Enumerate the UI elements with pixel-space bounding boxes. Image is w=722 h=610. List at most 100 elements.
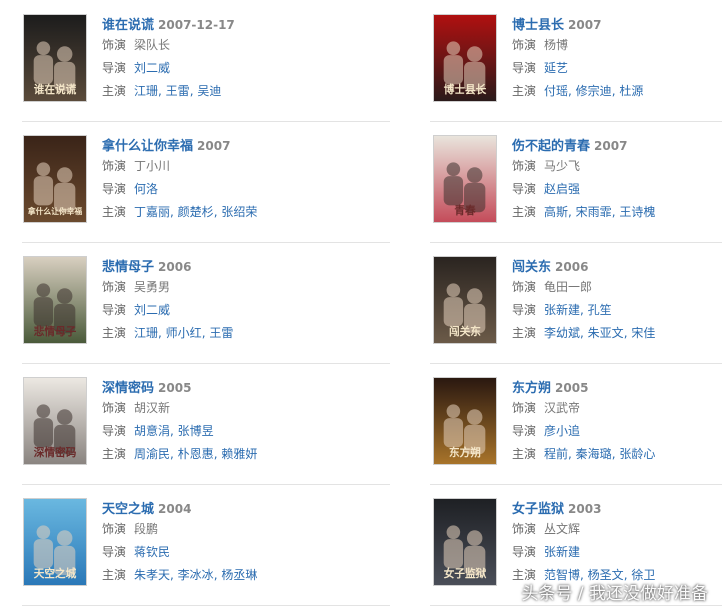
movie-title-link[interactable]: 东方朔	[512, 381, 551, 396]
movie-title-link[interactable]: 悲情母子	[102, 260, 154, 275]
poster-art: 拿什么让你幸福	[24, 136, 86, 222]
director-row: 导演 刘二威	[102, 57, 352, 80]
movie-year: 2007	[197, 139, 231, 153]
cast-row-link[interactable]: 吴迪	[197, 84, 221, 98]
cast-row-label: 主演	[102, 568, 127, 582]
cast-row-link[interactable]: 江珊	[134, 84, 158, 98]
poster-title-text: 东方朔	[449, 446, 481, 459]
movie-title-link[interactable]: 天空之城	[102, 502, 154, 517]
filmography-grid: 谁在说谎 谁在说谎 2007-12-17 饰演 梁队长 导演 刘二威 主演 江珊, 王雷, 吴迪…	[0, 0, 722, 610]
director-row-link[interactable]: 赵启强	[544, 182, 580, 196]
title-line: 女子监狱 2003	[512, 498, 722, 518]
cast-row-link[interactable]: 秦海璐	[576, 447, 612, 461]
cast-row-link[interactable]: 周渝民	[134, 447, 170, 461]
cast-row-link[interactable]: 王诗槐	[619, 205, 655, 219]
role-row: 饰演 梁队长	[102, 34, 352, 57]
role-row-value: 马少飞	[544, 159, 581, 173]
director-row: 导演 彦小追	[512, 420, 722, 443]
poster-title-text: 闯关东	[449, 325, 481, 338]
cast-row-link[interactable]: 颜楚杉	[178, 205, 214, 219]
title-line: 东方朔 2005	[512, 377, 722, 397]
title-line: 伤不起的青春 2007	[512, 135, 722, 155]
role-row-value: 汉武帝	[544, 401, 581, 415]
cast-row-link[interactable]: 王雷	[209, 326, 233, 340]
poster-image[interactable]: 青春	[433, 135, 497, 223]
movie-title-link[interactable]: 博士县长	[512, 18, 564, 33]
role-row-label: 饰演	[102, 280, 127, 294]
movie-year: 2006	[555, 260, 589, 274]
cast-row-link[interactable]: 朱孝天	[134, 568, 170, 582]
director-row-link[interactable]: 孔笙	[588, 303, 612, 317]
cast-row-label: 主演	[512, 205, 537, 219]
poster-image[interactable]: 博士县长	[433, 14, 497, 102]
poster-art: 悲情母子	[24, 257, 86, 343]
cast-row-link[interactable]: 丁嘉丽	[134, 205, 170, 219]
poster-image[interactable]: 东方朔	[433, 377, 497, 465]
cast-row-link[interactable]: 李冰冰	[178, 568, 214, 582]
cast-row: 主演 丁嘉丽, 颜楚杉, 张绍荣	[102, 201, 352, 224]
cast-row-link[interactable]: 师小红	[166, 326, 202, 340]
poster-image[interactable]: 拿什么让你幸福	[23, 135, 87, 223]
cast-row-link[interactable]: 江珊	[134, 326, 158, 340]
director-row-link[interactable]: 张新建	[544, 303, 580, 317]
movie-title-link[interactable]: 谁在说谎	[102, 18, 154, 33]
movie-info: 东方朔 2005 饰演 汉武帝 导演 彦小追 主演 程前, 秦海璐, 张龄心	[512, 377, 722, 466]
cast-row-link[interactable]: 程前	[544, 447, 568, 461]
row-divider	[430, 121, 722, 122]
cast-row-link[interactable]: 王雷	[166, 84, 190, 98]
director-row-link[interactable]: 延艺	[544, 61, 568, 75]
director-row-link[interactable]: 张博昱	[178, 424, 214, 438]
poster-image[interactable]: 天空之城	[23, 498, 87, 586]
cast-row-link[interactable]: 张绍荣	[221, 205, 257, 219]
name-separator: ,	[158, 326, 166, 340]
cast-row-link[interactable]: 付瑶	[544, 84, 568, 98]
director-row-label: 导演	[512, 424, 537, 438]
director-row-link[interactable]: 何洛	[134, 182, 158, 196]
cast-row-link[interactable]: 朱亚文	[588, 326, 624, 340]
director-row-link[interactable]: 彦小追	[544, 424, 580, 438]
cast-row-label: 主演	[512, 84, 537, 98]
cast-row-link[interactable]: 宋佳	[631, 326, 655, 340]
movie-title-link[interactable]: 拿什么让你幸福	[102, 139, 193, 154]
director-row-link[interactable]: 张新建	[544, 545, 580, 559]
title-line: 拿什么让你幸福 2007	[102, 135, 352, 155]
movie-title-link[interactable]: 女子监狱	[512, 502, 564, 517]
cast-row-link[interactable]: 赖雅妍	[221, 447, 257, 461]
name-separator: ,	[170, 205, 178, 219]
row-divider	[22, 121, 390, 122]
movie-info: 闯关东 2006 饰演 龟田一郎 导演 张新建, 孔笙 主演 李幼斌, 朱亚文, 宋佳	[512, 256, 722, 345]
poster-image[interactable]: 谁在说谎	[23, 14, 87, 102]
movie-card: 拿什么让你幸福 拿什么让你幸福 2007 饰演 丁小川 导演 何洛 主演 丁嘉丽, 颜楚杉, 张…	[0, 135, 360, 245]
poster-image[interactable]: 女子监狱	[433, 498, 497, 586]
role-row: 饰演 丛文辉	[512, 518, 722, 541]
director-row-link[interactable]: 胡意涓	[134, 424, 170, 438]
movie-title-link[interactable]: 伤不起的青春	[512, 139, 590, 154]
role-row: 饰演 马少飞	[512, 155, 722, 178]
director-row-link[interactable]: 刘二威	[134, 303, 170, 317]
director-row: 导演 延艺	[512, 57, 722, 80]
poster-art: 天空之城	[24, 499, 86, 585]
director-row-link[interactable]: 蒋钦民	[134, 545, 170, 559]
cast-row-link[interactable]: 修宗迪	[576, 84, 612, 98]
cast-row-link[interactable]: 宋雨霏	[576, 205, 612, 219]
movie-title-link[interactable]: 深情密码	[102, 381, 154, 396]
cast-row-link[interactable]: 高斯	[544, 205, 568, 219]
poster-image[interactable]: 深情密码	[23, 377, 87, 465]
name-separator: ,	[580, 326, 588, 340]
cast-row-link[interactable]: 张龄心	[619, 447, 655, 461]
cast-row-link[interactable]: 朴恩惠	[178, 447, 214, 461]
director-row-label: 导演	[512, 545, 537, 559]
poster-art: 女子监狱	[434, 499, 496, 585]
cast-row-link[interactable]: 李幼斌	[544, 326, 580, 340]
name-separator: ,	[580, 303, 588, 317]
movie-title-link[interactable]: 闯关东	[512, 260, 551, 275]
title-line: 闯关东 2006	[512, 256, 722, 276]
movie-year: 2003	[568, 502, 602, 516]
cast-row-link[interactable]: 杨丞琳	[221, 568, 257, 582]
poster-image[interactable]: 悲情母子	[23, 256, 87, 344]
cast-row-link[interactable]: 杜源	[619, 84, 643, 98]
poster-image[interactable]: 闯关东	[433, 256, 497, 344]
movie-card: 谁在说谎 谁在说谎 2007-12-17 饰演 梁队长 导演 刘二威 主演 江珊, 王雷, 吴迪	[0, 14, 360, 124]
director-row-link[interactable]: 刘二威	[134, 61, 170, 75]
role-row: 饰演 段鹏	[102, 518, 352, 541]
